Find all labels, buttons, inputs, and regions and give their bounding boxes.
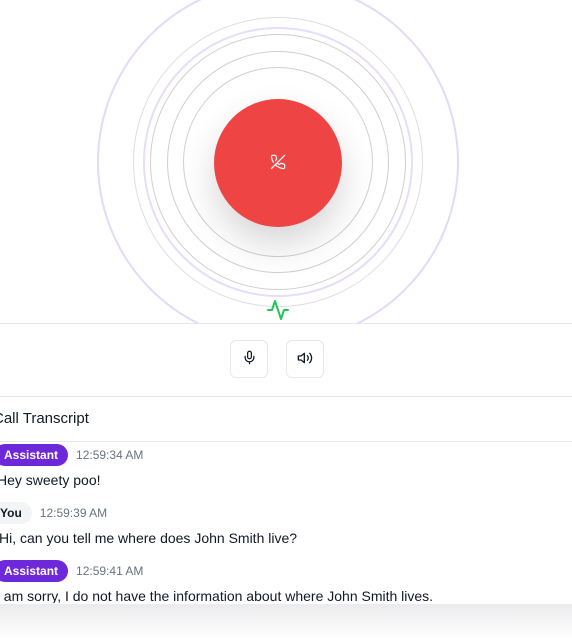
volume-icon <box>297 350 313 369</box>
message-text: I am sorry, I do not have the informatio… <box>0 588 434 603</box>
transcript-list: Assistant 12:59:34 AM Hey sweety poo! Yo… <box>0 442 572 603</box>
divider <box>0 323 572 324</box>
divider <box>0 396 572 397</box>
transcript-message: Assistant 12:59:34 AM Hey sweety poo! <box>0 442 572 500</box>
message-time: 12:59:39 AM <box>39 506 108 520</box>
message-time: 12:59:41 AM <box>76 564 144 578</box>
end-call-button[interactable] <box>214 99 342 227</box>
message-time: 12:59:34 AM <box>76 448 144 462</box>
transcript-title: Call Transcript <box>0 410 89 427</box>
speaker-button[interactable] <box>286 340 324 378</box>
role-badge: You <box>0 502 32 524</box>
message-text: Hi, can you tell me where does John Smit… <box>0 530 298 546</box>
phone-off-icon <box>270 154 286 173</box>
role-badge: Assistant <box>0 560 69 582</box>
mic-icon <box>242 350 257 368</box>
role-badge: Assistant <box>0 444 69 466</box>
transcript-message: You 12:59:39 AM Hi, can you tell me wher… <box>0 500 572 558</box>
mic-button[interactable] <box>230 340 268 378</box>
activity-icon <box>266 298 290 323</box>
transcript-message: Assistant 12:59:41 AM I am sorry, I do n… <box>0 558 572 603</box>
message-text: Hey sweety poo! <box>0 472 101 488</box>
panel-shadow <box>0 604 572 640</box>
call-visualizer <box>0 0 572 323</box>
